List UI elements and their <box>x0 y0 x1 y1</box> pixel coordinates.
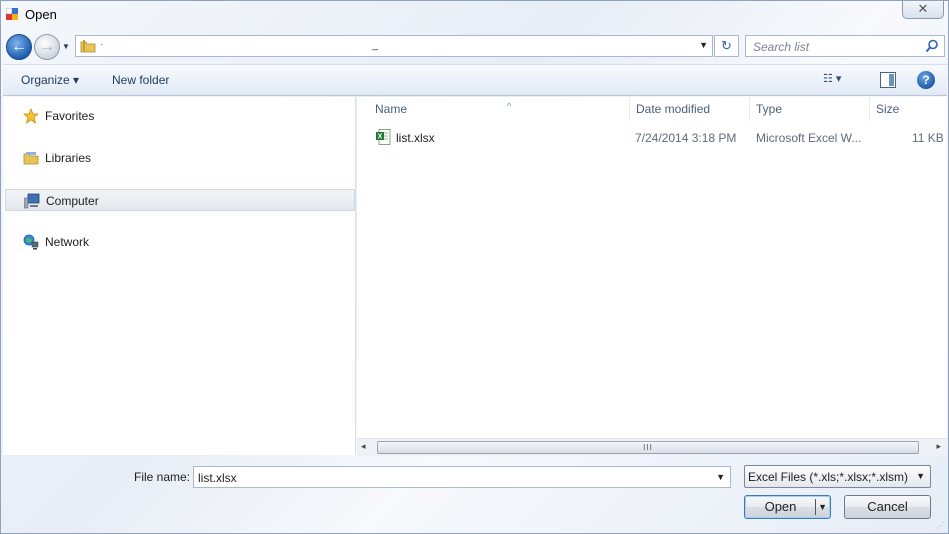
file-row[interactable]: X list.xlsx 7/24/2014 3:18 PM Microsoft … <box>357 127 947 147</box>
recent-locations-dropdown[interactable]: ▼ <box>62 42 72 52</box>
sidebar-item-favorites[interactable]: Favorites <box>5 105 355 127</box>
search-box[interactable]: Search list <box>745 35 945 57</box>
horizontal-scrollbar[interactable]: ◂ III ▸ <box>357 438 947 456</box>
back-button[interactable]: ← <box>6 34 32 60</box>
column-header-type[interactable]: Type <box>750 97 870 121</box>
libraries-icon <box>23 152 39 165</box>
open-button-label: Open <box>764 499 797 514</box>
file-name-value: list.xlsx <box>198 471 237 485</box>
cancel-button-label: Cancel <box>867 499 908 514</box>
open-options-dropdown-icon[interactable]: ▼ <box>818 496 827 518</box>
star-icon <box>23 108 39 124</box>
app-icon <box>6 8 18 20</box>
change-view-button[interactable]: ☷ ▾ <box>823 72 863 90</box>
excel-file-icon: X <box>376 129 391 145</box>
search-icon[interactable] <box>925 39 939 53</box>
column-header-label: Type <box>756 102 783 116</box>
file-list: ^ Name Date modified Type Size X list.xl… <box>357 97 947 455</box>
column-header-label: Name <box>375 102 408 116</box>
file-name-field[interactable]: list.xlsx ▼ <box>193 466 731 488</box>
network-icon <box>23 234 39 250</box>
title-bar: Open ✕ <box>1 1 948 31</box>
new-folder-button[interactable]: New folder <box>112 73 169 87</box>
address-path: · <box>100 39 104 50</box>
forward-arrow-icon: → <box>39 38 55 55</box>
sidebar-item-label: Network <box>45 235 90 249</box>
scroll-left-icon[interactable]: ◂ <box>361 441 366 452</box>
open-button[interactable]: Open ▼ <box>744 495 831 519</box>
scrollbar-thumb[interactable]: III <box>377 441 919 454</box>
help-icon[interactable]: ? <box>917 71 935 89</box>
file-name-label: File name: <box>134 470 191 484</box>
file-size: 11 KB <box>912 131 944 145</box>
chevron-down-icon[interactable]: ▼ <box>716 472 725 482</box>
back-arrow-icon: ← <box>11 38 27 55</box>
column-header-size[interactable]: Size <box>870 97 947 121</box>
split-divider <box>815 499 816 515</box>
sidebar-item-label: Libraries <box>45 151 92 165</box>
command-toolbar: Organize ▾ New folder ☷ ▾ ? <box>3 64 947 96</box>
text-cursor: _ <box>372 39 379 51</box>
folder-icon <box>80 40 96 53</box>
open-dialog: Open ✕ ← → ▼ · _ ▼ ↻ Search list Organiz… <box>0 0 949 534</box>
file-type-value: Excel Files (*.xls;*.xlsx;*.xlsm) <box>748 470 909 484</box>
window-title: Open <box>25 7 57 22</box>
organize-button[interactable]: Organize ▾ <box>21 73 79 87</box>
file-date-modified: 7/24/2014 3:18 PM <box>635 131 737 145</box>
column-header-date-modified[interactable]: Date modified <box>630 97 750 121</box>
file-type: Microsoft Excel W... <box>756 131 862 145</box>
address-bar[interactable]: · _ ▼ <box>75 35 713 57</box>
file-type-select[interactable]: Excel Files (*.xls;*.xlsx;*.xlsm) ▼ <box>744 465 931 488</box>
refresh-button[interactable]: ↻ <box>714 35 739 57</box>
svg-text:X: X <box>378 134 383 141</box>
sidebar-item-libraries[interactable]: Libraries <box>5 147 355 169</box>
computer-icon <box>24 193 40 209</box>
search-placeholder: Search list <box>753 40 810 54</box>
address-dropdown-icon[interactable]: ▼ <box>699 40 708 50</box>
close-button[interactable]: ✕ <box>902 1 944 19</box>
column-header-label: Date modified <box>636 102 711 116</box>
refresh-icon: ↻ <box>721 38 732 53</box>
column-header-name[interactable]: ^ Name <box>369 97 630 121</box>
column-header-label: Size <box>876 102 900 116</box>
sidebar-item-computer[interactable]: Computer <box>5 189 355 211</box>
close-icon: ✕ <box>917 1 929 16</box>
file-name: list.xlsx <box>396 131 435 145</box>
resize-grip-icon[interactable]: ⋰ <box>936 521 946 531</box>
scroll-right-icon[interactable]: ▸ <box>936 441 941 452</box>
cancel-button[interactable]: Cancel <box>844 495 931 519</box>
sidebar-item-network[interactable]: Network <box>5 231 355 253</box>
preview-pane-icon[interactable] <box>880 72 896 88</box>
forward-button[interactable]: → <box>34 34 60 60</box>
sort-ascending-icon: ^ <box>507 101 512 111</box>
sidebar-item-label: Computer <box>46 194 99 208</box>
chevron-down-icon: ▼ <box>916 471 925 481</box>
navigation-pane: Favorites Libraries Computer Network <box>3 97 356 455</box>
sidebar-item-label: Favorites <box>45 109 95 123</box>
